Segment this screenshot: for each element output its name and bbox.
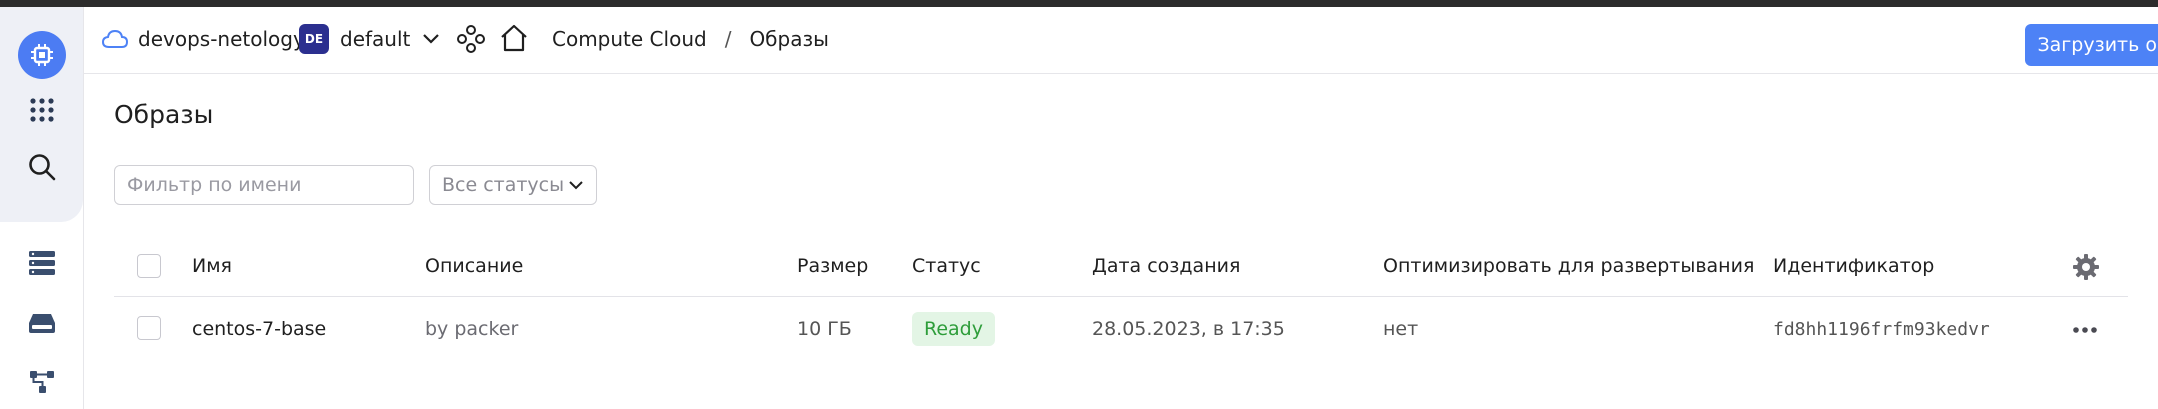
breadcrumb-current: Образы [749,27,829,51]
column-header-description[interactable]: Описание [425,255,523,277]
status-filter-select[interactable]: Все статусы [429,165,597,205]
status-badge: Ready [912,312,995,346]
breadcrumb-separator: / [724,27,732,51]
header-bar: devops-netology DE default Compute Cloud… [84,7,2158,74]
column-header-size[interactable]: Размер [797,255,868,277]
chevron-down-icon [568,180,584,190]
cloud-selector[interactable]: devops-netology [102,24,305,54]
column-header-name[interactable]: Имя [192,255,232,277]
select-all-checkbox[interactable] [137,254,161,278]
breadcrumb: Compute Cloud / Образы [552,24,829,54]
left-navigation [0,7,84,409]
folder-selector[interactable]: DE default [299,24,440,54]
breadcrumb-service[interactable]: Compute Cloud [552,27,707,51]
disk-icon[interactable] [25,306,59,340]
row-checkbox[interactable] [137,316,161,340]
folder-name: default [340,27,411,51]
compute-logo-icon[interactable] [18,31,66,79]
table-header-divider [114,296,2128,297]
home-icon[interactable] [499,22,529,54]
column-header-created[interactable]: Дата создания [1092,255,1240,277]
column-header-status[interactable]: Статус [912,255,981,277]
upload-image-button[interactable]: Загрузить образ [2025,24,2158,66]
row-id: fd8hh1196frfm93kedvr [1773,319,1990,340]
top-strip [0,0,2158,7]
row-name[interactable]: centos-7-base [192,318,326,340]
cloud-name: devops-netology [138,27,305,51]
name-filter-input[interactable] [114,165,414,205]
service-graph-icon[interactable] [456,23,486,55]
cloud-icon [102,29,128,49]
search-icon[interactable] [25,150,59,184]
column-header-id[interactable]: Идентификатор [1773,255,1934,277]
page-title: Образы [114,100,214,129]
gear-icon[interactable] [2072,253,2100,285]
row-optimize: нет [1383,318,1419,340]
status-filter-value: Все статусы [442,174,565,196]
more-icon[interactable] [2071,320,2099,344]
network-icon[interactable] [25,365,59,399]
chevron-down-icon [422,33,440,45]
servers-icon[interactable] [25,246,59,280]
row-description: by packer [425,318,519,340]
apps-grid-icon[interactable] [25,93,59,127]
column-header-optimize[interactable]: Оптимизировать для развертывания [1383,255,1754,277]
folder-badge: DE [299,24,329,54]
row-created: 28.05.2023, в 17:35 [1092,318,1285,340]
row-size: 10 ГБ [797,318,852,340]
